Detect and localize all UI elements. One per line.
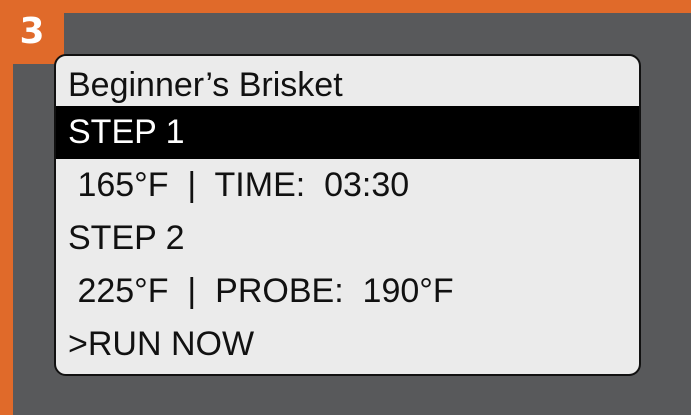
step-number-badge: 3: [0, 0, 64, 64]
menu-item-step-1[interactable]: STEP 1: [56, 106, 639, 159]
recipe-title: Beginner’s Brisket: [68, 66, 343, 104]
step-1-details: 165°F | TIME: 03:30: [68, 166, 410, 204]
controller-display: Beginner’s Brisket STEP 1 165°F | TIME: …: [54, 54, 641, 376]
run-now-option[interactable]: >RUN NOW: [56, 318, 639, 371]
menu-item-step-2[interactable]: STEP 2: [56, 212, 639, 265]
step-2-details: 225°F | PROBE: 190°F: [68, 272, 454, 310]
step-frame: 3 Beginner’s Brisket STEP 1 165°F | TIME…: [0, 0, 691, 415]
